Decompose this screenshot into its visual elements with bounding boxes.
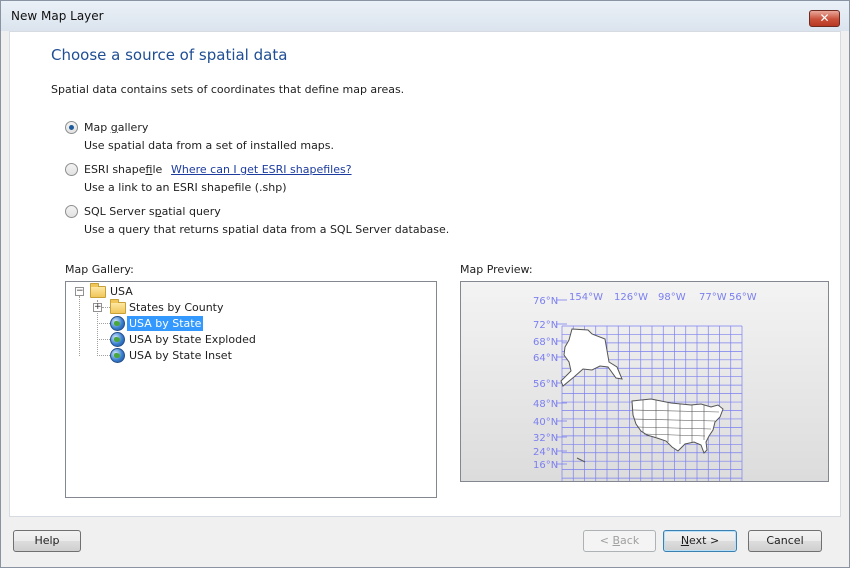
map-gallery-heading: Map Gallery:: [65, 263, 134, 276]
tree-node-states-by-county[interactable]: + States by County: [93, 299, 393, 316]
tree-connector: [97, 355, 110, 356]
wizard-footer: Help < Back Next > Cancel: [1, 517, 849, 567]
cancel-button[interactable]: Cancel: [748, 530, 822, 552]
latitude-label: 16°N: [533, 460, 558, 471]
longitude-label: 154°W: [569, 292, 603, 303]
window-title: New Map Layer: [11, 9, 104, 23]
longitude-label: 77°W: [699, 292, 727, 303]
map-gallery-description: Use spatial data from a set of installed…: [84, 139, 335, 152]
help-button[interactable]: Help: [13, 530, 81, 552]
latitude-label: 64°N: [533, 353, 558, 364]
tree-connector: [79, 296, 80, 356]
tree-connector: [97, 339, 110, 340]
longitude-label: 126°W: [614, 292, 648, 303]
tree-node-label: States by County: [129, 301, 224, 314]
back-button[interactable]: < Back: [583, 530, 656, 552]
tree-node-usa[interactable]: − USA: [75, 283, 375, 300]
collapse-icon[interactable]: −: [75, 287, 84, 296]
esri-shapefile-radio[interactable]: [65, 163, 78, 176]
latitude-label: 68°N: [533, 337, 558, 348]
globe-icon: [110, 348, 125, 363]
expand-icon[interactable]: +: [93, 303, 102, 312]
latitude-label: 56°N: [533, 379, 558, 390]
latitude-label: 72°N: [533, 320, 558, 331]
latitude-label: 40°N: [533, 417, 558, 428]
map-gallery-label[interactable]: Map gallery: [84, 121, 148, 134]
esri-shapefile-description: Use a link to an ESRI shapefile (.shp): [84, 181, 287, 194]
latitude-label: 76°N: [533, 296, 558, 307]
title-bar: New Map Layer ✕: [1, 1, 849, 31]
map-preview-heading: Map Preview:: [460, 263, 533, 276]
tree-node-label: USA by State Exploded: [129, 333, 256, 346]
tree-node-label: USA by State Inset: [129, 349, 232, 362]
longitude-label: 98°W: [658, 292, 686, 303]
globe-icon: [110, 316, 125, 331]
page-title: Choose a source of spatial data: [51, 46, 288, 64]
close-icon: ✕: [819, 11, 830, 25]
latitude-label: 32°N: [533, 433, 558, 444]
new-map-layer-window: New Map Layer ✕ Choose a source of spati…: [0, 0, 850, 568]
latitude-label: 48°N: [533, 399, 558, 410]
latitude-label: 24°N: [533, 447, 558, 458]
globe-icon: [110, 332, 125, 347]
esri-shapefile-label[interactable]: ESRI shapefile: [84, 163, 162, 176]
usa-shape: [631, 398, 724, 454]
sql-spatial-query-label[interactable]: SQL Server spatial query: [84, 205, 221, 218]
tree-node-label: USA: [110, 285, 133, 298]
next-button[interactable]: Next >: [663, 530, 737, 552]
sql-spatial-query-radio[interactable]: [65, 205, 78, 218]
sql-spatial-query-description: Use a query that returns spatial data fr…: [84, 223, 450, 236]
wizard-content: Choose a source of spatial data Spatial …: [9, 31, 841, 517]
alaska-shape: [560, 328, 623, 387]
map-preview-graphic: 76°N 72°N 68°N 64°N 56°N 48°N 40°N 32°N 24°N 16°N…: [533, 292, 757, 496]
map-gallery-tree[interactable]: − USA + States by County USA by State US…: [65, 281, 437, 498]
tree-node-label: USA by State: [127, 316, 204, 331]
tree-node-usa-by-state[interactable]: USA by State: [110, 316, 410, 332]
longitude-label: 56°W: [729, 292, 757, 303]
tree-node-usa-by-state-exploded[interactable]: USA by State Exploded: [110, 332, 410, 348]
folder-icon: [110, 299, 126, 314]
page-description: Spatial data contains sets of coordinate…: [51, 83, 405, 96]
esri-shapefile-help-link[interactable]: Where can I get ESRI shapefiles?: [171, 163, 352, 176]
close-button[interactable]: ✕: [809, 10, 840, 27]
tree-connector: [97, 323, 110, 324]
map-gallery-radio[interactable]: [65, 121, 78, 134]
tree-node-usa-by-state-inset[interactable]: USA by State Inset: [110, 348, 410, 364]
folder-open-icon: [90, 283, 106, 298]
map-preview-panel: 76°N 72°N 68°N 64°N 56°N 48°N 40°N 32°N 24°N 16°N…: [460, 281, 829, 496]
